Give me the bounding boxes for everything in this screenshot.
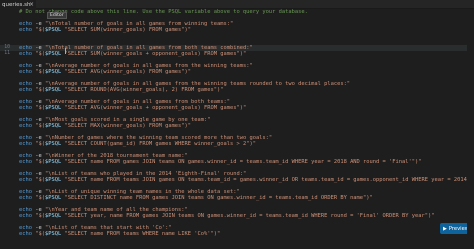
- preview-button-label: Preview: [448, 225, 470, 232]
- editor-tooltip: Editor: [47, 12, 67, 19]
- code-editor[interactable]: PSQL="psql --username=freecodecamp --dbn…: [0, 3, 474, 249]
- tab-bar: queries.sh ×: [0, 0, 474, 9]
- tab-queries-sh[interactable]: queries.sh ×: [0, 0, 36, 9]
- vertical-scrollbar[interactable]: [467, 9, 474, 249]
- text-cursor: [65, 48, 66, 54]
- close-icon[interactable]: ×: [29, 1, 34, 8]
- tab-label: queries.sh: [2, 1, 31, 8]
- play-icon: ▶: [442, 225, 447, 232]
- code-line[interactable]: [0, 237, 474, 243]
